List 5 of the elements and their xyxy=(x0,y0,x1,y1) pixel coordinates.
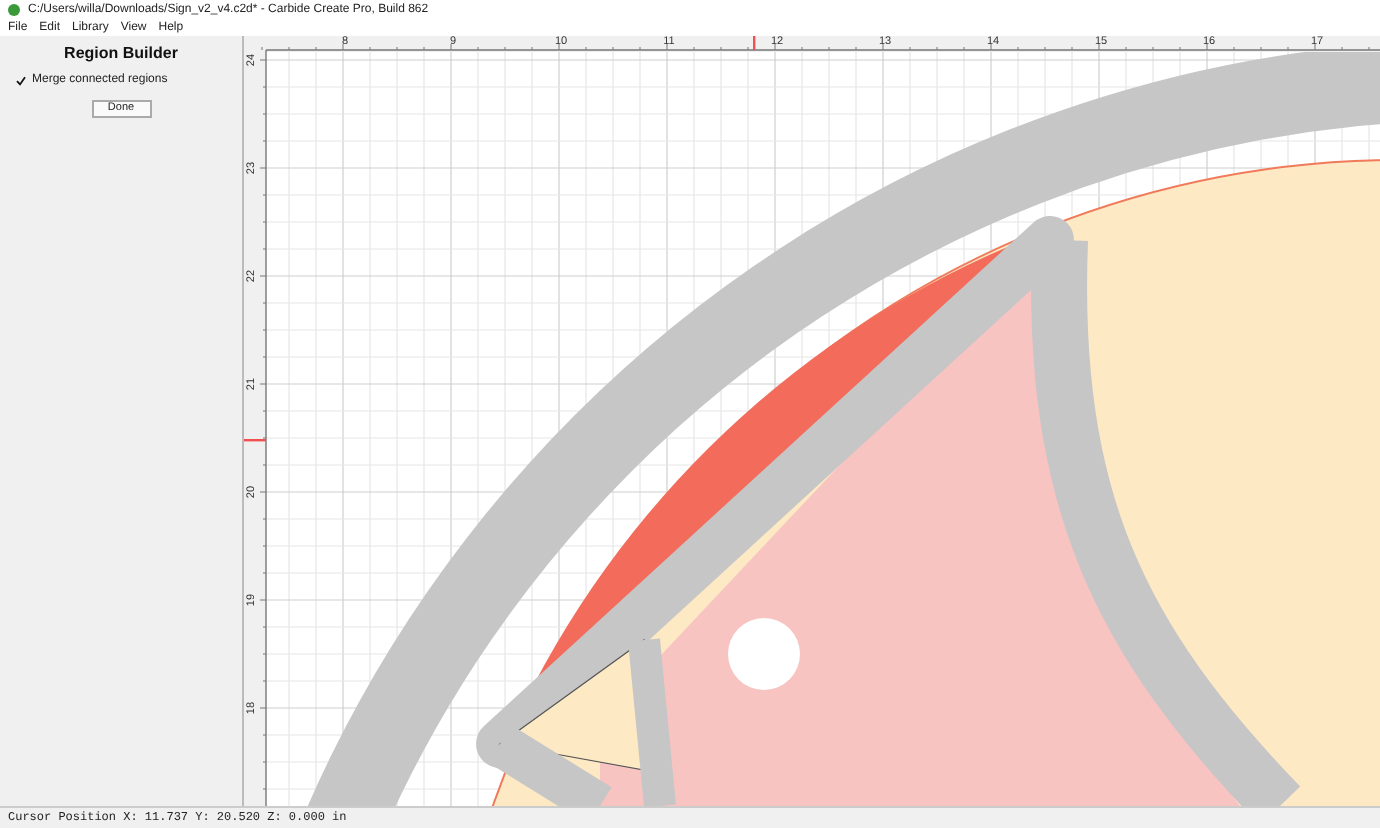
app-icon xyxy=(8,4,20,16)
checkbox[interactable] xyxy=(16,74,26,86)
cursor-marker xyxy=(244,439,266,442)
panel-title: Region Builder xyxy=(64,46,178,62)
cursor-marker xyxy=(753,36,756,50)
